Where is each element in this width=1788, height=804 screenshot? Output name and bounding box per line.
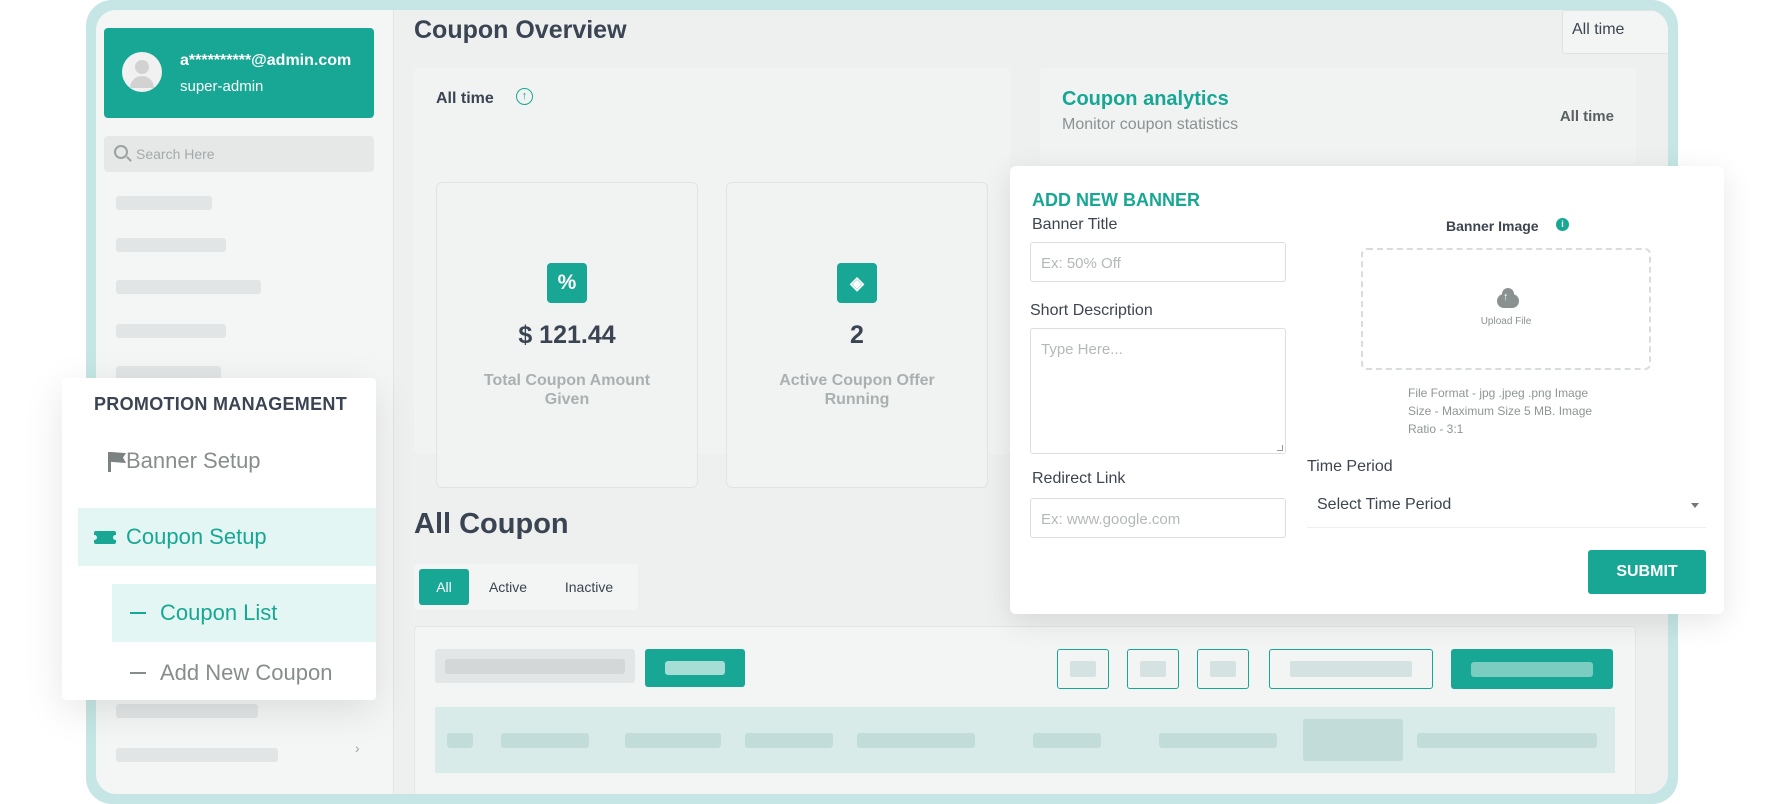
all-coupon-title: All Coupon bbox=[414, 508, 569, 540]
search-button-label-skeleton bbox=[665, 661, 725, 675]
short-description-label: Short Description bbox=[1030, 302, 1153, 319]
tab-all[interactable]: All bbox=[419, 569, 469, 605]
short-description-placeholder: Type Here... bbox=[1041, 341, 1123, 358]
coupon-stats-card: All time ↑ % $ 121.44 Total Coupon Amoun… bbox=[414, 68, 1010, 488]
sidebar-item-placeholder[interactable] bbox=[116, 704, 258, 718]
tab-active[interactable]: Active bbox=[476, 569, 540, 605]
search-icon bbox=[114, 145, 128, 159]
stat-value: 2 bbox=[850, 321, 864, 349]
analytics-subtitle: Monitor coupon statistics bbox=[1062, 116, 1239, 133]
menu-item-label: Banner Setup bbox=[126, 448, 261, 473]
resize-handle-icon[interactable] bbox=[1277, 445, 1283, 451]
user-card[interactable]: a**********@admin.com super-admin bbox=[104, 28, 374, 118]
dash-icon bbox=[130, 672, 146, 674]
add-button-label-skeleton bbox=[1471, 662, 1593, 677]
sidebar-item-placeholder[interactable] bbox=[116, 748, 278, 762]
cloud-upload-icon bbox=[1497, 288, 1519, 308]
search-placeholder: Search Here bbox=[136, 146, 215, 162]
table-action-button[interactable] bbox=[1197, 649, 1249, 689]
time-period-select[interactable]: Select Time Period bbox=[1307, 484, 1707, 528]
stat-total-amount: % $ 121.44 Total Coupon Amount Given bbox=[436, 182, 698, 488]
ticket-icon bbox=[92, 531, 118, 544]
stat-label: Active Coupon Offer Running bbox=[779, 372, 935, 408]
sidebar-item-placeholder[interactable] bbox=[116, 238, 226, 252]
menu-item-label: Add New Coupon bbox=[160, 660, 333, 685]
redirect-link-label: Redirect Link bbox=[1032, 470, 1126, 487]
info-icon[interactable]: i bbox=[1556, 218, 1569, 231]
chevron-right-icon[interactable]: › bbox=[355, 740, 360, 756]
period-select[interactable]: All time bbox=[1562, 10, 1668, 54]
sidebar-item-add-new-coupon[interactable]: Add New Coupon bbox=[112, 644, 376, 702]
sidebar-item-banner-setup[interactable]: Banner Setup bbox=[78, 432, 376, 490]
coupon-analytics-card: Coupon analytics Monitor coupon statisti… bbox=[1040, 68, 1636, 164]
sidebar-item-coupon-list[interactable]: Coupon List bbox=[112, 584, 376, 642]
submit-button[interactable]: SUBMIT bbox=[1588, 550, 1706, 594]
banner-form-heading: ADD NEW BANNER bbox=[1032, 190, 1200, 210]
period-select-value: All time bbox=[1572, 21, 1625, 38]
banner-title-placeholder: Ex: 50% Off bbox=[1041, 255, 1121, 272]
hint-line: Ratio - 3:1 bbox=[1408, 422, 1464, 436]
sidebar-item-placeholder[interactable] bbox=[116, 324, 226, 338]
add-banner-panel: ADD NEW BANNER Banner Title Ex: 50% Off … bbox=[1010, 166, 1724, 614]
redirect-link-placeholder: Ex: www.google.com bbox=[1041, 511, 1181, 528]
table-action-button[interactable] bbox=[1127, 649, 1179, 689]
coupon-table-card bbox=[414, 626, 1636, 794]
stat-value: $ 121.44 bbox=[518, 321, 616, 349]
file-format-hint: File Format - jpg .jpeg .png Image Size … bbox=[1408, 384, 1614, 438]
table-search-field-skeleton bbox=[445, 659, 625, 674]
avatar bbox=[122, 52, 162, 92]
short-description-textarea[interactable]: Type Here... bbox=[1030, 328, 1286, 454]
sidebar-item-placeholder[interactable] bbox=[116, 196, 212, 210]
hint-line: Size - Maximum Size 5 MB. Image bbox=[1408, 404, 1593, 418]
sidebar-item-coupon-setup[interactable]: Coupon Setup bbox=[78, 508, 376, 566]
coupon-status-tabs: All Active Inactive bbox=[414, 564, 638, 610]
user-role: super-admin bbox=[180, 78, 264, 95]
table-action-button[interactable] bbox=[1057, 649, 1109, 689]
promotion-menu-panel: PROMOTION MANAGEMENT Banner Setup Coupon… bbox=[62, 378, 376, 700]
banner-image-label: Banner Image bbox=[1446, 218, 1539, 234]
time-period-label: Time Period bbox=[1307, 458, 1393, 475]
flag-icon bbox=[108, 452, 126, 472]
upload-dropzone[interactable]: Upload File bbox=[1361, 248, 1651, 370]
stat-label: Total Coupon Amount Given bbox=[483, 372, 651, 408]
dash-icon bbox=[130, 612, 146, 614]
analytics-period[interactable]: All time bbox=[1560, 108, 1614, 125]
banner-title-label: Banner Title bbox=[1032, 216, 1118, 233]
table-export-button[interactable] bbox=[1269, 649, 1433, 689]
menu-item-label: Coupon List bbox=[160, 600, 278, 625]
page-title: Coupon Overview bbox=[414, 16, 627, 44]
promotion-section-title: PROMOTION MANAGEMENT bbox=[94, 394, 347, 414]
sidebar-item-placeholder[interactable] bbox=[116, 280, 261, 294]
menu-item-label: Coupon Setup bbox=[126, 524, 267, 549]
user-email: a**********@admin.com bbox=[180, 52, 352, 69]
percent-icon: % bbox=[547, 263, 587, 303]
upload-label: Upload File bbox=[1480, 316, 1532, 327]
stats-period-label: All time bbox=[436, 90, 494, 107]
time-period-placeholder: Select Time Period bbox=[1317, 496, 1452, 513]
banner-title-input[interactable]: Ex: 50% Off bbox=[1030, 242, 1286, 282]
sidebar-search-input[interactable]: Search Here bbox=[104, 136, 374, 172]
arrow-up-circle-icon: ↑ bbox=[516, 88, 533, 105]
caret-down-icon bbox=[1691, 503, 1699, 508]
ticket-diamond-icon: ◈ bbox=[837, 263, 877, 303]
redirect-link-input[interactable]: Ex: www.google.com bbox=[1030, 498, 1286, 538]
hint-line: File Format - jpg .jpeg .png Image bbox=[1408, 386, 1589, 400]
table-header-row bbox=[435, 707, 1615, 773]
analytics-title: Coupon analytics bbox=[1062, 88, 1229, 110]
stat-active-offers: ◈ 2 Active Coupon Offer Running bbox=[726, 182, 988, 488]
tab-inactive[interactable]: Inactive bbox=[548, 569, 630, 605]
